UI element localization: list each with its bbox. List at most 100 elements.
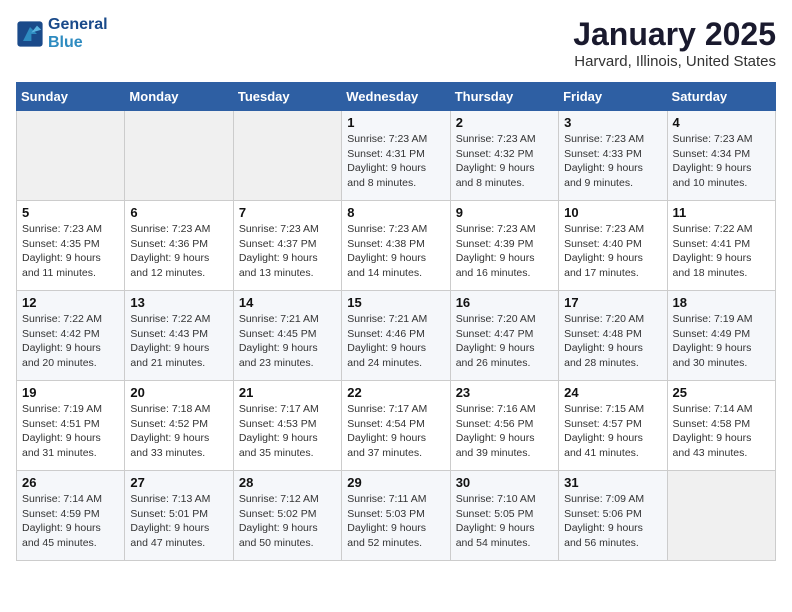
logo: General Blue <box>16 16 108 52</box>
day-info: Sunrise: 7:23 AM Sunset: 4:37 PM Dayligh… <box>239 222 336 281</box>
day-number: 8 <box>347 205 444 220</box>
day-info: Sunrise: 7:13 AM Sunset: 5:01 PM Dayligh… <box>130 492 227 551</box>
day-info: Sunrise: 7:23 AM Sunset: 4:32 PM Dayligh… <box>456 132 553 191</box>
day-number: 23 <box>456 385 553 400</box>
logo-text: General Blue <box>48 16 108 52</box>
day-info: Sunrise: 7:10 AM Sunset: 5:05 PM Dayligh… <box>456 492 553 551</box>
calendar-cell <box>125 111 233 201</box>
calendar-week-row: 19 Sunrise: 7:19 AM Sunset: 4:51 PM Dayli… <box>17 381 776 471</box>
weekday-header: Saturday <box>667 83 775 111</box>
calendar-table: SundayMondayTuesdayWednesdayThursdayFrid… <box>16 82 776 561</box>
day-number: 12 <box>22 295 119 310</box>
calendar-cell: 26Sunrise: 7:14 AM Sunset: 4:59 PM Dayli… <box>17 471 125 561</box>
weekday-header: Monday <box>125 83 233 111</box>
calendar-cell: 31 Sunrise: 7:09 AM Sunset: 5:06 PM Dayli… <box>559 471 667 561</box>
day-info: Sunrise: 7:22 AM Sunset: 4:41 PM Dayligh… <box>673 222 770 281</box>
calendar-cell: 30 Sunrise: 7:10 AM Sunset: 5:05 PM Dayli… <box>450 471 558 561</box>
calendar-cell: 13 Sunrise: 7:22 AM Sunset: 4:43 PM Dayli… <box>125 291 233 381</box>
calendar-cell: 9 Sunrise: 7:23 AM Sunset: 4:39 PM Daylig… <box>450 201 558 291</box>
calendar-cell: 11 Sunrise: 7:22 AM Sunset: 4:41 PM Dayli… <box>667 201 775 291</box>
day-info: Sunrise: 7:23 AM Sunset: 4:40 PM Dayligh… <box>564 222 661 281</box>
calendar-cell: 23 Sunrise: 7:16 AM Sunset: 4:56 PM Dayli… <box>450 381 558 471</box>
day-info: Sunrise: 7:17 AM Sunset: 4:53 PM Dayligh… <box>239 402 336 461</box>
calendar-cell: 12 Sunrise: 7:22 AM Sunset: 4:42 PM Dayli… <box>17 291 125 381</box>
day-info: Sunrise: 7:23 AM Sunset: 4:36 PM Dayligh… <box>130 222 227 281</box>
day-number: 19 <box>22 385 119 400</box>
title-block: January 2025 Harvard, Illinois, United S… <box>573 16 776 70</box>
weekday-header: Friday <box>559 83 667 111</box>
calendar-cell: 21Sunrise: 7:17 AM Sunset: 4:53 PM Dayli… <box>233 381 341 471</box>
day-info: Sunrise: 7:21 AM Sunset: 4:46 PM Dayligh… <box>347 312 444 371</box>
day-number: 24 <box>564 385 661 400</box>
calendar-cell: 16 Sunrise: 7:20 AM Sunset: 4:47 PM Dayli… <box>450 291 558 381</box>
day-info: Sunrise: 7:23 AM Sunset: 4:34 PM Dayligh… <box>673 132 770 191</box>
day-info: Sunrise: 7:18 AM Sunset: 4:52 PM Dayligh… <box>130 402 227 461</box>
day-number: 22 <box>347 385 444 400</box>
day-number: 13 <box>130 295 227 310</box>
day-number: 29 <box>347 475 444 490</box>
calendar-cell: 29Sunrise: 7:11 AM Sunset: 5:03 PM Dayli… <box>342 471 450 561</box>
calendar-cell: 19 Sunrise: 7:19 AM Sunset: 4:51 PM Dayli… <box>17 381 125 471</box>
calendar-cell: 17Sunrise: 7:20 AM Sunset: 4:48 PM Dayli… <box>559 291 667 381</box>
calendar-cell <box>17 111 125 201</box>
day-number: 4 <box>673 115 770 130</box>
day-number: 31 <box>564 475 661 490</box>
calendar-cell: 18Sunrise: 7:19 AM Sunset: 4:49 PM Dayli… <box>667 291 775 381</box>
day-number: 3 <box>564 115 661 130</box>
calendar-title: January 2025 <box>573 16 776 53</box>
day-number: 16 <box>456 295 553 310</box>
day-info: Sunrise: 7:23 AM Sunset: 4:38 PM Dayligh… <box>347 222 444 281</box>
calendar-cell: 22Sunrise: 7:17 AM Sunset: 4:54 PM Dayli… <box>342 381 450 471</box>
calendar-cell: 7 Sunrise: 7:23 AM Sunset: 4:37 PM Daylig… <box>233 201 341 291</box>
weekday-header: Tuesday <box>233 83 341 111</box>
calendar-week-row: 5 Sunrise: 7:23 AM Sunset: 4:35 PM Daylig… <box>17 201 776 291</box>
day-number: 1 <box>347 115 444 130</box>
day-number: 5 <box>22 205 119 220</box>
day-info: Sunrise: 7:22 AM Sunset: 4:42 PM Dayligh… <box>22 312 119 371</box>
day-info: Sunrise: 7:23 AM Sunset: 4:31 PM Dayligh… <box>347 132 444 191</box>
calendar-cell: 6 Sunrise: 7:23 AM Sunset: 4:36 PM Daylig… <box>125 201 233 291</box>
day-number: 14 <box>239 295 336 310</box>
page-header: General Blue January 2025 Harvard, Illin… <box>16 16 776 70</box>
weekday-header: Sunday <box>17 83 125 111</box>
day-info: Sunrise: 7:23 AM Sunset: 4:35 PM Dayligh… <box>22 222 119 281</box>
day-info: Sunrise: 7:16 AM Sunset: 4:56 PM Dayligh… <box>456 402 553 461</box>
day-number: 11 <box>673 205 770 220</box>
calendar-subtitle: Harvard, Illinois, United States <box>573 53 776 70</box>
day-info: Sunrise: 7:19 AM Sunset: 4:49 PM Dayligh… <box>673 312 770 371</box>
day-info: Sunrise: 7:09 AM Sunset: 5:06 PM Dayligh… <box>564 492 661 551</box>
day-number: 26 <box>22 475 119 490</box>
calendar-header: SundayMondayTuesdayWednesdayThursdayFrid… <box>17 83 776 111</box>
day-number: 28 <box>239 475 336 490</box>
day-info: Sunrise: 7:19 AM Sunset: 4:51 PM Dayligh… <box>22 402 119 461</box>
day-info: Sunrise: 7:20 AM Sunset: 4:47 PM Dayligh… <box>456 312 553 371</box>
calendar-cell: 24Sunrise: 7:15 AM Sunset: 4:57 PM Dayli… <box>559 381 667 471</box>
day-info: Sunrise: 7:20 AM Sunset: 4:48 PM Dayligh… <box>564 312 661 371</box>
day-info: Sunrise: 7:22 AM Sunset: 4:43 PM Dayligh… <box>130 312 227 371</box>
day-number: 2 <box>456 115 553 130</box>
calendar-week-row: 1 Sunrise: 7:23 AM Sunset: 4:31 PM Daylig… <box>17 111 776 201</box>
calendar-cell: 27Sunrise: 7:13 AM Sunset: 5:01 PM Dayli… <box>125 471 233 561</box>
calendar-week-row: 12 Sunrise: 7:22 AM Sunset: 4:42 PM Dayli… <box>17 291 776 381</box>
calendar-cell: 28Sunrise: 7:12 AM Sunset: 5:02 PM Dayli… <box>233 471 341 561</box>
calendar-cell: 5 Sunrise: 7:23 AM Sunset: 4:35 PM Daylig… <box>17 201 125 291</box>
calendar-week-row: 26Sunrise: 7:14 AM Sunset: 4:59 PM Dayli… <box>17 471 776 561</box>
day-info: Sunrise: 7:23 AM Sunset: 4:39 PM Dayligh… <box>456 222 553 281</box>
day-number: 25 <box>673 385 770 400</box>
calendar-cell <box>233 111 341 201</box>
calendar-cell: 10Sunrise: 7:23 AM Sunset: 4:40 PM Dayli… <box>559 201 667 291</box>
calendar-cell: 2 Sunrise: 7:23 AM Sunset: 4:32 PM Daylig… <box>450 111 558 201</box>
day-number: 9 <box>456 205 553 220</box>
day-number: 20 <box>130 385 227 400</box>
calendar-cell: 14Sunrise: 7:21 AM Sunset: 4:45 PM Dayli… <box>233 291 341 381</box>
day-info: Sunrise: 7:14 AM Sunset: 4:58 PM Dayligh… <box>673 402 770 461</box>
day-info: Sunrise: 7:23 AM Sunset: 4:33 PM Dayligh… <box>564 132 661 191</box>
calendar-cell: 3 Sunrise: 7:23 AM Sunset: 4:33 PM Daylig… <box>559 111 667 201</box>
day-number: 7 <box>239 205 336 220</box>
day-number: 30 <box>456 475 553 490</box>
calendar-cell: 20 Sunrise: 7:18 AM Sunset: 4:52 PM Dayli… <box>125 381 233 471</box>
weekday-header: Thursday <box>450 83 558 111</box>
weekday-header: Wednesday <box>342 83 450 111</box>
day-number: 6 <box>130 205 227 220</box>
day-number: 15 <box>347 295 444 310</box>
